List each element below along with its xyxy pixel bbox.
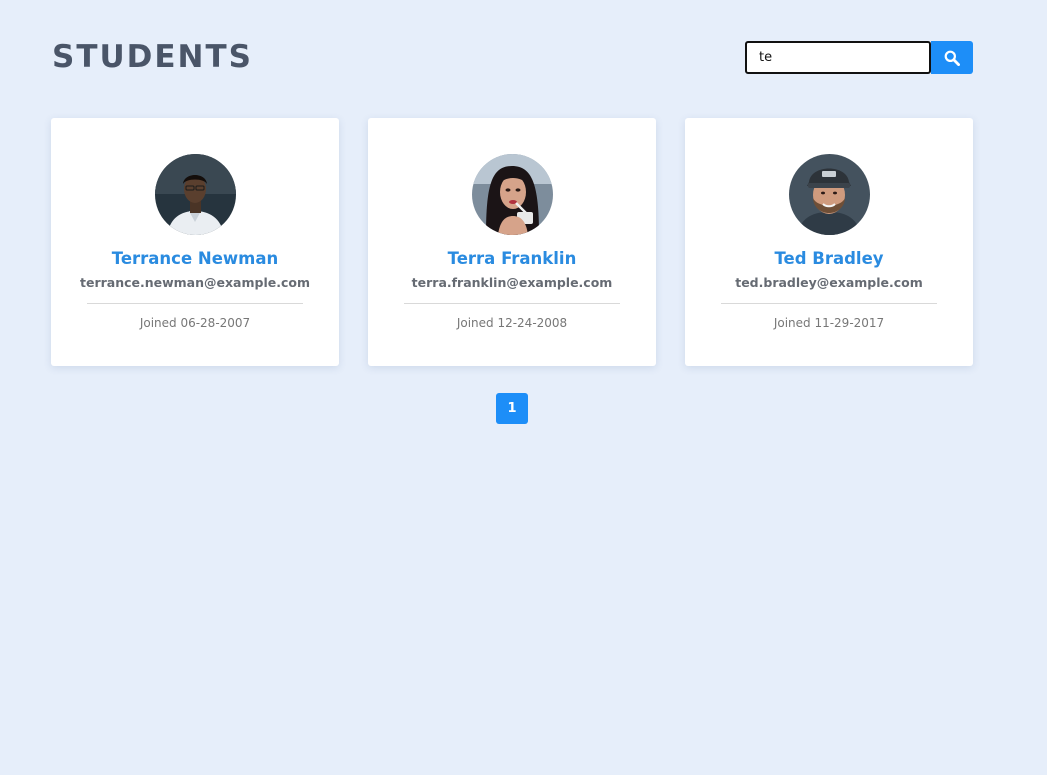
student-email: terra.franklin@example.com xyxy=(411,275,613,290)
joined-date: Joined 12-24-2008 xyxy=(456,316,568,330)
search-input[interactable] xyxy=(745,41,931,74)
search-form xyxy=(745,41,973,74)
page-title: STUDENTS xyxy=(52,39,253,75)
student-avatar xyxy=(155,154,236,235)
divider xyxy=(404,303,620,304)
divider xyxy=(721,303,937,304)
joined-date: Joined 06-28-2007 xyxy=(139,316,251,330)
student-card: Terrance Newman terrance.newman@example.… xyxy=(51,118,339,366)
student-list: Terrance Newman terrance.newman@example.… xyxy=(51,118,973,366)
student-name: Terra Franklin xyxy=(447,249,577,268)
search-button[interactable] xyxy=(931,41,973,74)
student-email: ted.bradley@example.com xyxy=(735,275,923,290)
page-button-1[interactable]: 1 xyxy=(496,393,528,424)
pagination: 1 xyxy=(496,393,528,424)
student-email: terrance.newman@example.com xyxy=(79,275,311,290)
joined-date: Joined 11-29-2017 xyxy=(773,316,885,330)
student-avatar xyxy=(789,154,870,235)
search-icon xyxy=(944,50,960,66)
student-name: Ted Bradley xyxy=(774,249,884,268)
student-name: Terrance Newman xyxy=(111,249,279,268)
student-card: Terra Franklin terra.franklin@example.co… xyxy=(368,118,656,366)
student-avatar xyxy=(472,154,553,235)
student-card: Ted Bradley ted.bradley@example.com Join… xyxy=(685,118,973,366)
divider xyxy=(87,303,303,304)
